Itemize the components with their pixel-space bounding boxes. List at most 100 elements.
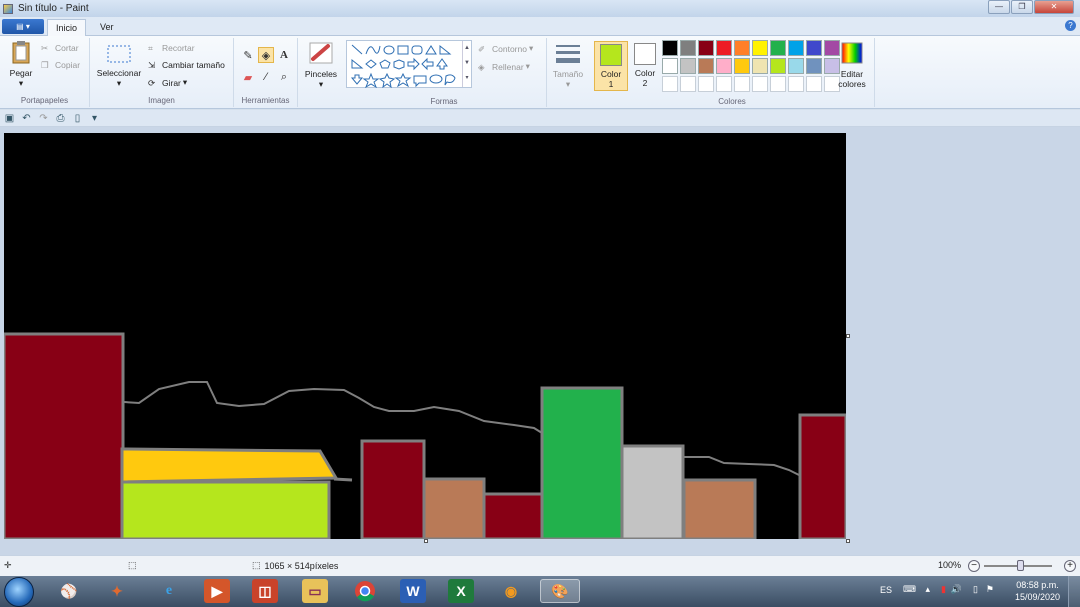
eraser-icon[interactable]: ▰ <box>240 69 256 85</box>
brushes-button[interactable]: Pinceles ▾ <box>302 41 340 90</box>
language-indicator[interactable]: ES <box>880 585 892 595</box>
color-picker-icon[interactable]: ⁄ <box>258 69 274 85</box>
rotate-button[interactable]: ⟳ Girar ▾ <box>148 77 187 88</box>
shapes-scroll[interactable]: ▲ ▼ ▾ <box>462 41 471 87</box>
power-icon[interactable]: ▯ <box>973 584 978 595</box>
palette-swatch[interactable] <box>716 58 732 74</box>
redo-icon[interactable]: ↷ <box>38 113 49 124</box>
fill-shape-button[interactable]: ◈ Rellenar ▾ <box>478 61 530 72</box>
network-icon[interactable]: ▮ <box>941 584 946 595</box>
building <box>120 480 331 539</box>
palette-swatch-empty[interactable] <box>734 76 750 92</box>
copy-icon: ❐ <box>41 60 49 70</box>
palette-swatch[interactable] <box>734 40 750 56</box>
vlc-icon[interactable]: ◉ <box>498 579 524 603</box>
file-menu-button[interactable]: ▤ ▾ <box>2 19 44 34</box>
clock[interactable]: 08:58 p.m. 15/09/2020 <box>1015 579 1060 603</box>
presentation-app-icon[interactable]: ◫ <box>252 579 278 603</box>
flag-icon[interactable]: ⚑ <box>986 584 994 595</box>
paste-button[interactable]: Pegar ▾ <box>6 40 36 89</box>
paint-taskbar-icon[interactable]: 🎨 <box>540 579 580 603</box>
new-file-icon[interactable]: ▯ <box>72 113 83 124</box>
word-icon[interactable]: W <box>400 579 426 603</box>
game-app-icon[interactable]: ✦ <box>104 579 130 603</box>
palette-swatch[interactable] <box>770 40 786 56</box>
building <box>422 477 486 539</box>
size-button[interactable]: Tamaño ▾ <box>550 41 586 90</box>
color2-button[interactable]: Color 2 <box>628 41 662 91</box>
internet-explorer-icon[interactable]: e <box>156 579 182 603</box>
palette-swatch[interactable] <box>752 58 768 74</box>
edit-colors-button[interactable]: Editar colores <box>836 41 868 89</box>
color1-number: 1 <box>608 79 614 89</box>
palette-swatch-empty[interactable] <box>788 76 804 92</box>
drawing-canvas[interactable] <box>4 133 846 539</box>
group-tools: ✎ ◈ A ▰ ⁄ ⌕ Herramientas <box>234 38 298 107</box>
palette-swatch[interactable] <box>788 40 804 56</box>
roof <box>120 447 339 484</box>
palette-swatch-empty[interactable] <box>698 76 714 92</box>
palette-swatch-empty[interactable] <box>806 76 822 92</box>
canvas-size: ⬚ 1065 × 514píxeles <box>252 560 338 571</box>
shapes-gallery[interactable]: ▲ ▼ ▾ <box>346 40 472 88</box>
palette-swatch[interactable] <box>806 58 822 74</box>
outline-button[interactable]: ✐ Contorno ▾ <box>478 43 533 54</box>
help-icon[interactable]: ? <box>1065 20 1076 31</box>
outline-label: Contorno <box>492 43 527 54</box>
file-explorer-icon[interactable]: ▭ <box>302 579 328 603</box>
keyboard-icon[interactable]: ⌨ <box>903 584 916 595</box>
palette-swatch[interactable] <box>698 58 714 74</box>
fill-icon[interactable]: ◈ <box>258 47 274 63</box>
palette-swatch[interactable] <box>770 58 786 74</box>
volume-icon[interactable]: 🔊 <box>951 584 962 595</box>
palette-swatch[interactable] <box>662 58 678 74</box>
select-label: Seleccionar <box>96 68 142 78</box>
palette-swatch[interactable] <box>698 40 714 56</box>
palette-swatch[interactable] <box>806 40 822 56</box>
color1-button[interactable]: Color 1 <box>594 41 628 91</box>
tab-ver[interactable]: Ver <box>92 19 122 37</box>
undo-icon[interactable]: ↶ <box>21 113 32 124</box>
palette-swatch[interactable] <box>680 40 696 56</box>
palette-swatch[interactable] <box>788 58 804 74</box>
cut-button[interactable]: ✂ Cortar <box>41 43 79 53</box>
close-button[interactable]: ✕ <box>1034 0 1074 14</box>
palette-swatch-empty[interactable] <box>770 76 786 92</box>
resize-handle-right[interactable] <box>846 334 850 338</box>
start-button[interactable] <box>4 577 34 607</box>
chrome-icon[interactable] <box>352 579 378 603</box>
save-icon[interactable]: ▣ <box>4 113 15 124</box>
media-player-icon[interactable]: ▶ <box>204 579 230 603</box>
minimize-button[interactable]: — <box>988 0 1010 14</box>
palette-swatch-empty[interactable] <box>716 76 732 92</box>
text-icon[interactable]: A <box>276 47 292 63</box>
customize-dropdown-icon[interactable]: ▾ <box>89 113 100 124</box>
pencil-icon[interactable]: ✎ <box>240 47 256 63</box>
copy-button[interactable]: ❐ Copiar <box>41 60 80 70</box>
palette-swatch-empty[interactable] <box>662 76 678 92</box>
resize-handle-corner[interactable] <box>846 539 850 543</box>
palette-swatch-empty[interactable] <box>752 76 768 92</box>
palette-swatch[interactable] <box>734 58 750 74</box>
zoom-slider-thumb[interactable] <box>1017 560 1024 571</box>
crop-button[interactable]: ⌗ Recortar <box>148 43 195 53</box>
select-button[interactable]: Seleccionar ▾ <box>94 44 144 89</box>
palette-swatch[interactable] <box>662 40 678 56</box>
palette-swatch[interactable] <box>716 40 732 56</box>
ribbon-tabs: ▤ ▾ Inicio Ver ? <box>0 17 1080 37</box>
palette-swatch[interactable] <box>752 40 768 56</box>
tab-inicio[interactable]: Inicio <box>47 19 87 37</box>
show-hidden-icons[interactable]: ▴ <box>925 584 930 595</box>
resize-button[interactable]: ⇲ Cambiar tamaño <box>148 60 225 70</box>
palette-swatch-empty[interactable] <box>680 76 696 92</box>
print-icon[interactable]: ⎙ <box>55 113 66 124</box>
maximize-button[interactable]: ❐ <box>1011 0 1033 14</box>
resize-handle-bottom[interactable] <box>424 539 428 543</box>
palette-swatch[interactable] <box>680 58 696 74</box>
excel-icon[interactable]: X <box>448 579 474 603</box>
zoom-out-button[interactable]: − <box>968 560 980 572</box>
magnifier-icon[interactable]: ⌕ <box>276 69 292 85</box>
show-desktop-button[interactable] <box>1068 576 1080 607</box>
zoom-in-button[interactable]: + <box>1064 560 1076 572</box>
baseball-app-icon[interactable]: ⚾ <box>56 579 82 603</box>
